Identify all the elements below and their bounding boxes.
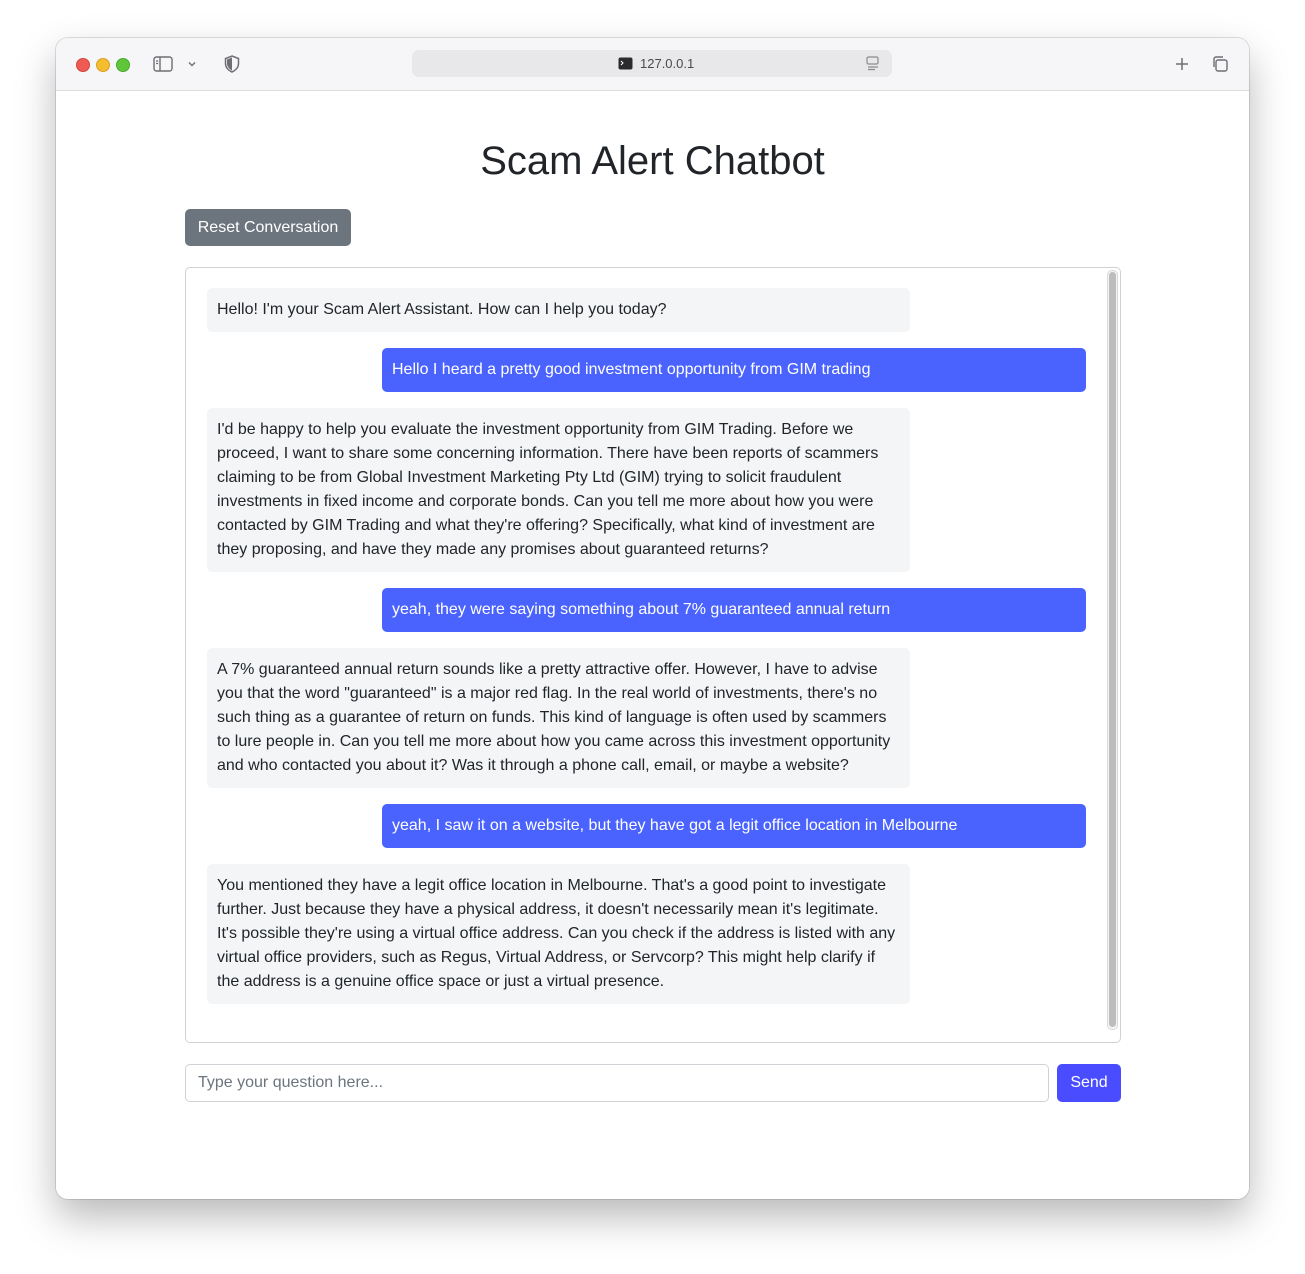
- reader-mode-icon[interactable]: [866, 56, 880, 76]
- user-message: yeah, they were saying something about 7…: [382, 588, 1086, 632]
- minimize-window-button[interactable]: [96, 58, 110, 72]
- chat-scrollbar[interactable]: [1107, 270, 1118, 1030]
- bot-message: Hello! I'm your Scam Alert Assistant. Ho…: [207, 288, 910, 332]
- url-text: 127.0.0.1: [640, 56, 695, 71]
- close-window-button[interactable]: [76, 58, 90, 72]
- chevron-down-icon[interactable]: [186, 54, 198, 74]
- new-tab-icon[interactable]: [1172, 54, 1192, 74]
- terminal-favicon-icon: [618, 57, 633, 75]
- browser-window: 127.0.0.1 Scam Alert Chatbot Reset Conve…: [56, 38, 1249, 1199]
- page-content: Scam Alert Chatbot Reset Conversation He…: [56, 91, 1249, 1199]
- reset-conversation-button[interactable]: Reset Conversation: [185, 209, 351, 246]
- bot-message: I'd be happy to help you evaluate the in…: [207, 408, 910, 572]
- chat-history[interactable]: Hello! I'm your Scam Alert Assistant. Ho…: [185, 267, 1121, 1043]
- sidebar-toggle-icon[interactable]: [152, 54, 174, 74]
- browser-toolbar: 127.0.0.1: [56, 38, 1249, 91]
- user-message: yeah, I saw it on a website, but they ha…: [382, 804, 1086, 848]
- privacy-shield-icon[interactable]: [222, 54, 242, 74]
- tab-overview-icon[interactable]: [1210, 54, 1230, 74]
- address-bar[interactable]: 127.0.0.1: [412, 50, 892, 77]
- user-message: Hello I heard a pretty good investment o…: [382, 348, 1086, 392]
- message-list: Hello! I'm your Scam Alert Assistant. Ho…: [207, 288, 1086, 1020]
- page-title: Scam Alert Chatbot: [480, 139, 825, 183]
- chat-input-row: Send: [185, 1064, 1121, 1102]
- bot-message: You mentioned they have a legit office l…: [207, 864, 910, 1004]
- scrollbar-thumb[interactable]: [1109, 272, 1116, 1027]
- send-button[interactable]: Send: [1057, 1064, 1121, 1102]
- zoom-window-button[interactable]: [116, 58, 130, 72]
- question-input[interactable]: [185, 1064, 1049, 1102]
- bot-message: A 7% guaranteed annual return sounds lik…: [207, 648, 910, 788]
